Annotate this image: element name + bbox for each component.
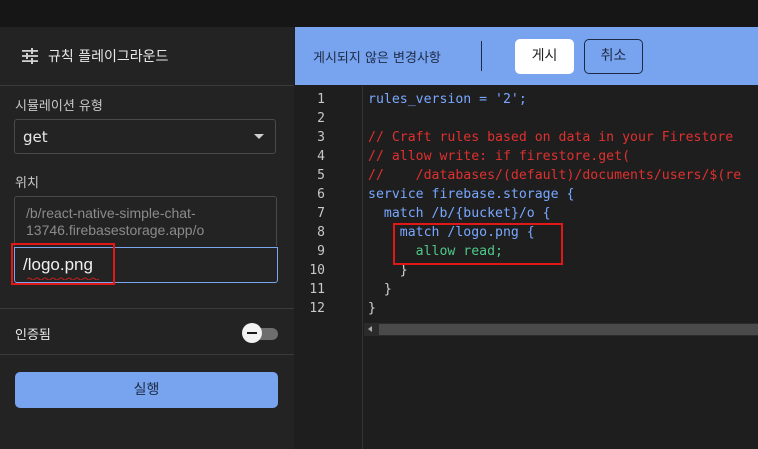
horizontal-scrollbar[interactable] [364,323,758,336]
unpublished-changes-label: 게시되지 않은 변경사항 [313,51,441,66]
toggle-off-mark [247,332,257,334]
code-line: } [368,263,408,278]
tune-icon [22,48,38,64]
line-number: 2 [317,111,325,126]
authenticated-label: 인증됨 [15,328,51,343]
panel-title: 규칙 플레이그라운드 [48,49,169,65]
code-line: service firebase.storage { [368,187,575,202]
line-number: 3 [317,130,325,145]
rules-code-editor[interactable]: 1 2 3 4 5 6 7 8 9 10 11 12 rules_version… [295,86,758,449]
divider [0,308,294,309]
line-number: 10 [309,263,325,278]
panel-header: 규칙 플레이그라운드 [0,27,294,86]
publish-button[interactable]: 게시 [515,39,574,74]
line-number-gutter: 1 2 3 4 5 6 7 8 9 10 11 12 [295,86,363,449]
simulation-type-select[interactable]: get [14,119,276,154]
simulation-type-label: 시뮬레이션 유형 [15,99,103,114]
line-number: 12 [309,301,325,316]
code-line: // allow write: if firestore.get( [368,149,631,164]
dropdown-caret-icon [254,134,264,139]
code-line: } [368,282,392,297]
line-number: 9 [317,244,325,259]
location-prefix: /b/react-native-simple-chat-13746.fireba… [26,205,205,238]
simulation-type-value: get [23,128,48,146]
location-prefix-box: /b/react-native-simple-chat-13746.fireba… [14,196,277,246]
scrollbar-thumb[interactable] [379,324,758,335]
cancel-button[interactable]: 취소 [584,39,643,74]
location-label: 위치 [15,176,39,191]
line-number: 1 [317,92,325,107]
line-number: 8 [317,225,325,240]
line-number: 6 [317,187,325,202]
line-number: 7 [317,206,325,221]
code-line: match /b/{bucket}/o { [368,206,551,221]
code-line: } [368,301,376,316]
highlight-box-match-rule [393,223,563,265]
line-number: 11 [309,282,325,297]
scroll-left-arrow-icon[interactable] [368,326,372,332]
top-strip [0,0,758,27]
code-line: rules_version = '2'; [368,92,527,107]
highlight-box-location [11,243,115,285]
publish-bar: 게시되지 않은 변경사항 게시 취소 [295,27,758,85]
rules-playground-panel: 규칙 플레이그라운드 시뮬레이션 유형 get 위치 /b/react-nati… [0,27,294,449]
line-number: 4 [317,149,325,164]
code-line: // /databases/(default)/documents/users/… [368,168,742,183]
run-button[interactable]: 실행 [15,372,278,408]
separator [481,41,482,71]
line-number: 5 [317,168,325,183]
divider [0,354,294,355]
code-line: // Craft rules based on data in your Fir… [368,130,734,145]
